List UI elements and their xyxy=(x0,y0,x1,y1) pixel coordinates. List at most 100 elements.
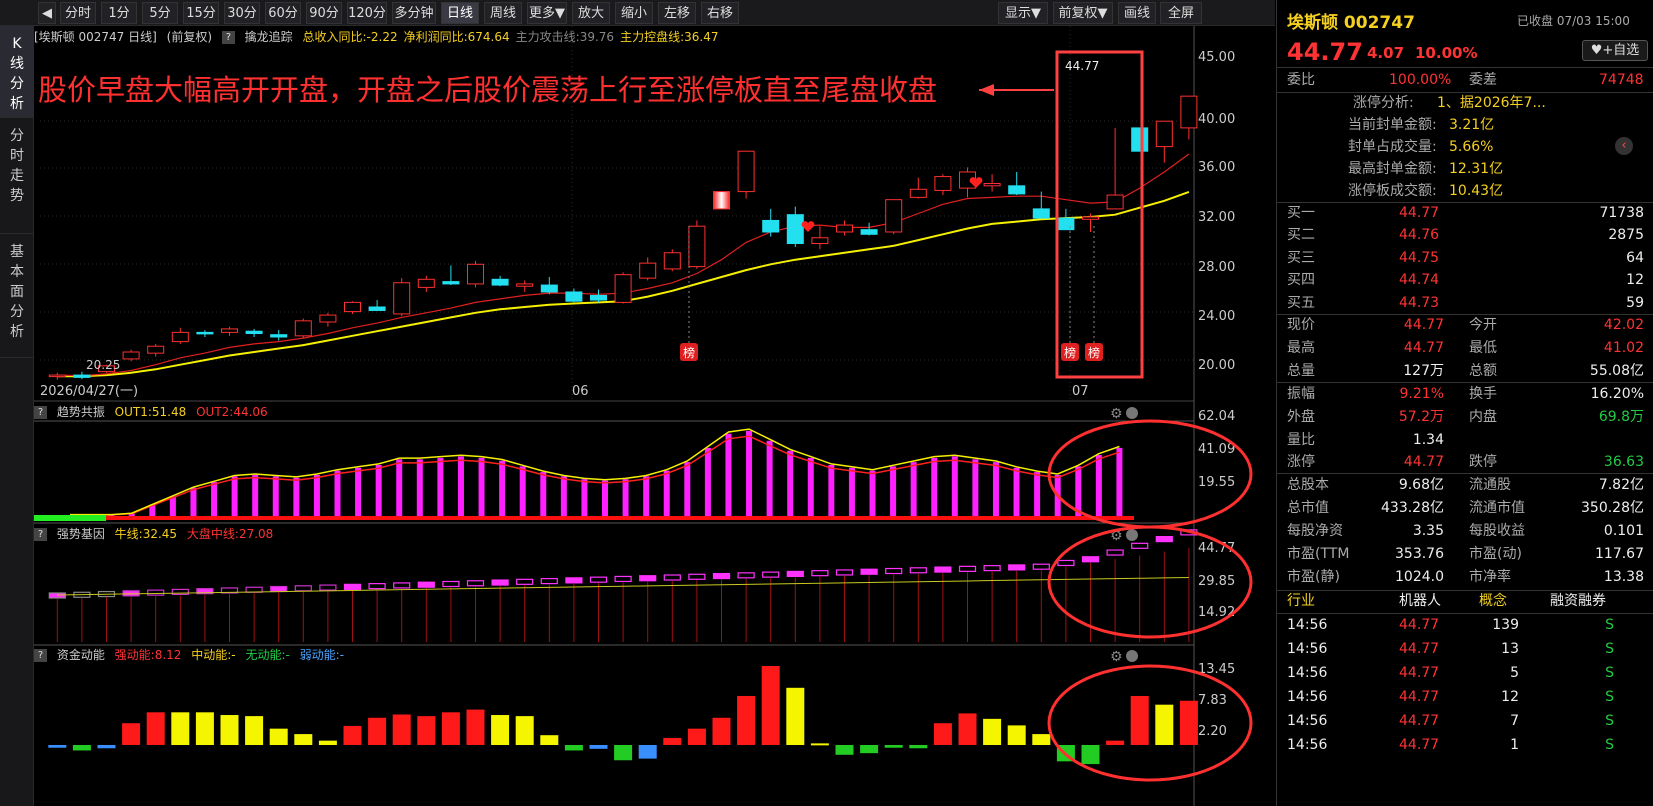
money-bar xyxy=(1081,745,1100,765)
bid-label: 买四 xyxy=(1287,272,1315,289)
help-icon[interactable]: ? xyxy=(221,31,235,44)
period-button[interactable]: 30分 xyxy=(224,2,260,24)
period-button[interactable]: 90分 xyxy=(306,2,342,24)
nav-item[interactable]: K线分析 xyxy=(0,26,34,118)
bid-label: 买二 xyxy=(1287,227,1315,244)
stat-value: 44.77 xyxy=(1403,454,1444,471)
period-button[interactable]: 120分 xyxy=(347,2,387,24)
stock-name: 埃斯顿 xyxy=(1287,13,1338,33)
collapse-icon[interactable]: ‹ xyxy=(1615,137,1633,155)
help-icon[interactable]: ? xyxy=(34,528,47,541)
period-button[interactable]: 右移 xyxy=(701,2,739,24)
trend-axis-label: 62.04 xyxy=(1198,409,1235,424)
period-button[interactable]: 更多▼ xyxy=(527,2,567,24)
stat-label: 今开 xyxy=(1469,317,1497,333)
period-button[interactable]: 放大 xyxy=(572,2,610,24)
stat-value: 127万 xyxy=(1403,362,1444,379)
trend-bar xyxy=(910,462,917,519)
trend-bar xyxy=(293,477,300,519)
money-name[interactable]: 资金动能 xyxy=(57,648,105,662)
stat-label: 跌停 xyxy=(1469,454,1497,471)
tick-volume: 13 xyxy=(1501,640,1519,657)
trend-bar xyxy=(375,464,382,519)
strength-box xyxy=(934,566,952,573)
trend-bar xyxy=(169,496,176,519)
stats-row: 涨停 44.77 跌停 36.63 xyxy=(1277,451,1653,475)
nav-char: 时 xyxy=(10,148,24,164)
tick-price: 44.77 xyxy=(1399,640,1440,657)
limit-info-row: 封单占成交量: 5.66% xyxy=(1277,136,1653,158)
toolbar-right-button[interactable]: 全屏 xyxy=(1160,2,1202,24)
stats-row: 量比 1.34 xyxy=(1277,429,1653,451)
period-button[interactable]: 多分钟 xyxy=(392,2,436,24)
toolbar-right-button[interactable]: 显示▼ xyxy=(998,2,1048,24)
limit-label: 涨停板成交额: xyxy=(1348,183,1437,199)
stat-label: 外盘 xyxy=(1287,408,1315,425)
period-button[interactable]: 5分 xyxy=(142,2,178,24)
tag-industry-value[interactable]: 机器人 xyxy=(1399,590,1441,612)
period-button[interactable]: 左移 xyxy=(658,2,696,24)
period-button[interactable]: 周线 xyxy=(484,2,522,24)
stat-value: 16.20% xyxy=(1590,385,1644,402)
toolbar-right-button[interactable]: 画线 xyxy=(1118,2,1156,24)
trend-bar xyxy=(992,462,999,519)
toolbar-right-button[interactable]: 前复权▼ xyxy=(1053,2,1113,24)
candle xyxy=(1131,127,1149,152)
limit-label: 最高封单金额: xyxy=(1348,161,1437,177)
stats-row: 总市值 433.28亿 流通市值 350.28亿 xyxy=(1277,497,1653,519)
close-icon[interactable] xyxy=(1126,529,1138,541)
tick-row: 14:56 44.77 5 S xyxy=(1277,661,1653,685)
trend-bar xyxy=(663,470,670,519)
date-axis-label: 07 xyxy=(1072,384,1089,399)
money-none: 无动能:- xyxy=(245,648,290,662)
help-icon[interactable]: ? xyxy=(34,406,47,419)
gear-icon[interactable]: ⚙ xyxy=(1110,406,1123,422)
nav-item[interactable]: 基本面分析 xyxy=(0,234,34,358)
stat-label: 总市值 xyxy=(1287,500,1329,517)
back-arrow-icon[interactable]: ◀ xyxy=(38,2,56,24)
indicator-value: 总收入同比:-2.22 xyxy=(302,30,398,44)
bid-row: 买三 44.75 64 xyxy=(1277,247,1653,269)
strength-name[interactable]: 强势基因 xyxy=(57,527,105,541)
close-icon[interactable] xyxy=(1126,407,1138,419)
bid-price: 44.76 xyxy=(1399,227,1440,244)
tag-industry-label: 行业 xyxy=(1287,593,1315,609)
nav-char: 基 xyxy=(10,244,24,260)
tag-margin[interactable]: 融资融券 xyxy=(1550,590,1606,612)
tick-side: S xyxy=(1605,617,1614,633)
period-button[interactable]: 日线 xyxy=(441,2,479,24)
annotation-text: 股价早盘大幅高开开盘，开盘之后股价震荡上行至涨停板直至尾盘收盘 xyxy=(38,73,938,107)
trend-baseline xyxy=(34,516,1134,520)
tag-concept-label[interactable]: 概念 xyxy=(1479,590,1507,612)
trend-name[interactable]: 趋势共振 xyxy=(57,405,105,419)
tick-price: 44.77 xyxy=(1399,736,1440,753)
close-icon[interactable] xyxy=(1126,650,1138,662)
help-icon[interactable]: ? xyxy=(34,649,47,662)
price-axis-label: 28.00 xyxy=(1198,260,1235,275)
price-axis-label: 24.00 xyxy=(1198,309,1235,324)
period-button[interactable]: 缩小 xyxy=(615,2,653,24)
period-button[interactable]: 分时 xyxy=(60,2,96,24)
candle xyxy=(294,318,312,339)
stat-value: 42.02 xyxy=(1603,317,1644,333)
period-button[interactable]: 60分 xyxy=(265,2,301,24)
indicator-name[interactable]: 擒龙追踪 xyxy=(245,30,293,44)
trend-bar xyxy=(416,459,423,519)
weicha-label: 委差 xyxy=(1469,72,1497,88)
gear-icon[interactable]: ⚙ xyxy=(1110,649,1123,665)
strength-box xyxy=(417,581,435,588)
bid-price: 44.77 xyxy=(1399,205,1440,221)
tick-row: 14:56 44.77 13 S xyxy=(1277,637,1653,661)
stat-value: 433.28亿 xyxy=(1381,500,1444,517)
period-button[interactable]: 1分 xyxy=(101,2,137,24)
trend-bar xyxy=(457,456,464,519)
kline-header: [埃斯顿 002747 日线] (前复权) ? 擒龙追踪 总收入同比:-2.22… xyxy=(34,28,730,46)
nav-item[interactable]: 分时走势 xyxy=(0,118,34,234)
stock-title: [埃斯顿 002747 日线] xyxy=(34,30,157,44)
period-button[interactable]: 15分 xyxy=(183,2,219,24)
svg-text:榜: 榜 xyxy=(683,345,695,360)
money-axis-label: 2.20 xyxy=(1198,724,1227,739)
weibi-value: 100.00% xyxy=(1389,72,1452,88)
stat-value: 9.68亿 xyxy=(1398,477,1444,494)
add-watchlist-button[interactable]: ♥+自选 xyxy=(1582,40,1648,61)
